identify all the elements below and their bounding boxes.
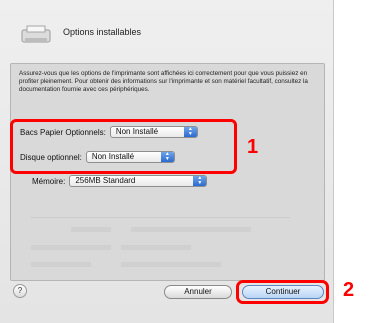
popup-arrows-icon: ▲ ▼ — [193, 176, 207, 186]
printer-icon — [21, 25, 51, 43]
callout-box-1 — [10, 119, 237, 174]
callout-number-2: 2 — [343, 279, 355, 301]
help-button[interactable]: ? — [13, 284, 27, 298]
memoire-label: Mémoire: — [32, 176, 66, 186]
memoire-select[interactable]: 256MB Standard ▲ ▼ — [69, 175, 208, 187]
cancel-button[interactable]: Annuler — [164, 285, 232, 299]
dialog-title: Options installables — [63, 27, 142, 37]
callout-number-1: 1 — [247, 136, 259, 158]
memoire-row: Mémoire: 256MB Standard ▲ ▼ — [32, 175, 208, 187]
callout-box-2 — [236, 280, 329, 304]
help-label: ? — [17, 286, 23, 295]
memoire-value: 256MB Standard — [75, 176, 136, 185]
description-text: Assurez-vous que les options de l'imprim… — [19, 70, 308, 93]
cancel-label: Annuler — [184, 287, 212, 296]
